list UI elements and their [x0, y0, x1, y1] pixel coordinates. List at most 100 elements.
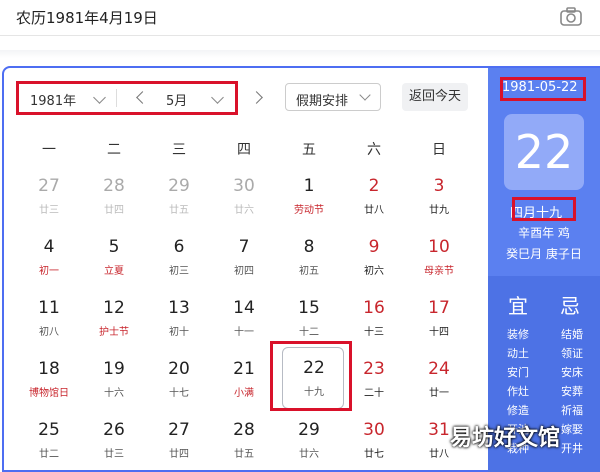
weekday-label: 日	[432, 142, 446, 158]
day-number: 28	[103, 176, 125, 196]
month-select[interactable]: 5月	[158, 85, 232, 111]
lunar-label: 廿三	[104, 449, 124, 460]
calendar-day[interactable]: 26 廿三	[86, 414, 142, 470]
calendar-day[interactable]: 30 廿六	[216, 170, 272, 226]
day-number: 28	[233, 420, 255, 440]
ganzhi-month-day: 癸巳月 庚子日	[506, 247, 582, 261]
calendar-day[interactable]: 29 廿六	[281, 414, 337, 470]
calendar-day[interactable]: 28 廿四	[86, 170, 142, 226]
search-bar[interactable]: 农历1981年4月19日	[0, 0, 600, 36]
day-number: 21	[233, 359, 255, 379]
day-number: 4	[43, 237, 55, 257]
lunar-label: 廿六	[299, 449, 319, 460]
day-number: 11	[38, 298, 60, 318]
calendar-day[interactable]: 17 十四	[411, 292, 467, 348]
calendar-day[interactable]: 4 初一	[21, 231, 77, 287]
lunar-label: 十一	[234, 327, 254, 338]
day-number: 7	[238, 237, 250, 257]
day-number: 29	[298, 420, 320, 440]
weekday-label: 四	[237, 142, 251, 158]
holiday-select[interactable]: 假期安排	[285, 83, 381, 111]
calendar-day[interactable]: 16 十三	[346, 292, 402, 348]
day-number: 25	[38, 420, 60, 440]
calendar-day[interactable]: 18 博物馆日	[21, 353, 77, 409]
lunar-label: 十三	[364, 327, 384, 338]
chevron-down-icon	[359, 89, 371, 101]
camera-icon[interactable]	[560, 7, 582, 27]
lunar-label: 廿三	[39, 205, 59, 216]
day-number: 24	[428, 359, 450, 379]
back-to-today-button[interactable]: 返回今天	[402, 83, 468, 111]
divider	[0, 50, 600, 58]
lunar-label: 廿八	[364, 205, 384, 216]
lunar-label: 初八	[39, 327, 59, 338]
watermark: 易坊好文馆	[450, 426, 561, 451]
highlight-box-lunar	[512, 197, 576, 221]
chevron-down-icon	[93, 91, 106, 104]
lunar-label: 博物馆日	[29, 388, 69, 399]
day-number: 10	[428, 237, 450, 257]
lunar-label: 十二	[299, 327, 319, 338]
calendar-day[interactable]: 2 廿八	[346, 170, 402, 226]
calendar-day[interactable]: 19 十六	[86, 353, 142, 409]
day-number: 30	[363, 420, 385, 440]
calendar-day[interactable]: 6 初三	[151, 231, 207, 287]
calendar-day[interactable]: 13 初十	[151, 292, 207, 348]
yi-item: 安门	[507, 366, 529, 379]
day-number: 17	[428, 298, 450, 318]
calendar-day[interactable]: 1 劳动节	[281, 170, 337, 226]
lunar-label: 初一	[39, 266, 59, 277]
day-number: 30	[233, 176, 255, 196]
day-number: 9	[368, 237, 380, 257]
calendar-day[interactable]: 24 廿一	[411, 353, 467, 409]
ji-item: 安葬	[561, 385, 583, 398]
lunar-label: 二十	[364, 388, 384, 399]
calendar-day[interactable]: 20 十七	[151, 353, 207, 409]
day-number: 26	[103, 420, 125, 440]
lunar-label: 初四	[234, 266, 254, 277]
day-number: 18	[38, 359, 60, 379]
calendar-day[interactable]: 15 十二	[281, 292, 337, 348]
day-number: 23	[363, 359, 385, 379]
lunar-label: 廿二	[39, 449, 59, 460]
day-number: 13	[168, 298, 190, 318]
lunar-label: 廿五	[169, 205, 189, 216]
calendar-day[interactable]: 12 护士节	[86, 292, 142, 348]
calendar-day[interactable]: 9 初六	[346, 231, 402, 287]
ji-item: 领证	[561, 347, 583, 360]
calendar-day[interactable]: 30 廿七	[346, 414, 402, 470]
weekday-label: 六	[367, 142, 381, 158]
calendar-day[interactable]: 5 立夏	[86, 231, 142, 287]
lunar-label: 劳动节	[294, 205, 324, 216]
day-number: 16	[363, 298, 385, 318]
day-number: 6	[173, 237, 185, 257]
calendar-day[interactable]: 7 初四	[216, 231, 272, 287]
ji-title: 忌	[560, 294, 580, 318]
calendar-day[interactable]: 21 小满	[216, 353, 272, 409]
calendar-day[interactable]: 27 廿四	[151, 414, 207, 470]
calendar-day[interactable]: 27 廿三	[21, 170, 77, 226]
calendar-day[interactable]: 11 初八	[21, 292, 77, 348]
day-number: 3	[433, 176, 445, 196]
ji-item: 安床	[561, 366, 583, 379]
day-detail-sidebar: 1981-05-22 22 四月十九 辛酉年 鸡 癸巳月 庚子日 宜 忌 装修动…	[488, 68, 600, 472]
calendar-day[interactable]: 28 廿五	[216, 414, 272, 470]
day-number: 27	[38, 176, 60, 196]
calendar-day[interactable]: 29 廿五	[151, 170, 207, 226]
lunar-label: 母亲节	[424, 266, 454, 277]
calendar-day[interactable]: 3 廿九	[411, 170, 467, 226]
search-input[interactable]: 农历1981年4月19日	[16, 7, 158, 28]
calendar-day[interactable]: 10 母亲节	[411, 231, 467, 287]
lunar-label: 初五	[299, 266, 319, 277]
ji-item: 结婚	[561, 328, 583, 341]
calendar-day[interactable]: 8 初五	[281, 231, 337, 287]
lunar-label: 初三	[169, 266, 189, 277]
calendar-day[interactable]: 14 十一	[216, 292, 272, 348]
holiday-label: 假期安排	[296, 94, 349, 109]
calendar-day[interactable]: 23 二十	[346, 353, 402, 409]
ganzhi-year: 辛酉年 鸡	[518, 226, 570, 240]
weekday-label: 二	[107, 142, 121, 158]
lunar-label: 廿九	[429, 205, 449, 216]
year-select[interactable]: 1981年	[22, 85, 114, 111]
calendar-day[interactable]: 25 廿二	[21, 414, 77, 470]
